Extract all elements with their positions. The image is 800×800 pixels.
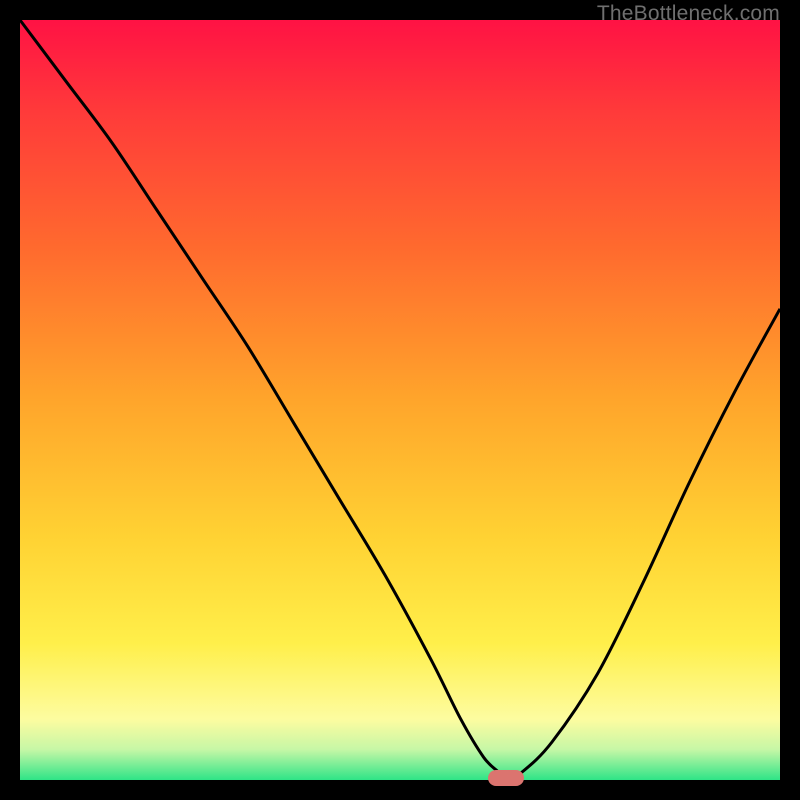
- bottleneck-curve: [20, 20, 780, 780]
- curve-line: [20, 20, 780, 780]
- watermark-text: TheBottleneck.com: [597, 2, 780, 26]
- optimal-point-marker: [488, 770, 524, 786]
- plot-area: [20, 20, 780, 780]
- chart-frame: TheBottleneck.com: [0, 0, 800, 800]
